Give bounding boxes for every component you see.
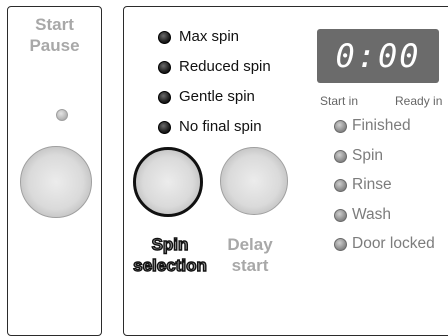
reduced-spin-label: Reduced spin [179,58,271,75]
no-final-spin-led [158,121,171,134]
time-display: 0:00 [317,29,439,83]
spin-selection-line1: Spin [151,234,189,254]
start-pause-button[interactable] [20,146,92,218]
wash-label: Wash [352,206,392,223]
start-label: Start [35,15,74,34]
door-locked-label: Door locked [352,235,435,252]
rinse-led [334,179,347,192]
gentle-spin-led [158,91,171,104]
reduced-spin-led [158,61,171,74]
control-panel: Max spin Reduced spin Gentle spin No fin… [123,6,448,336]
door-locked-led [334,238,347,251]
ready-in-label: Ready in [395,94,443,108]
start-in-label: Start in [320,94,359,108]
pause-label: Pause [29,36,80,55]
delay-start-label: Delay start [220,234,280,276]
max-spin-label: Max spin [179,28,240,45]
rinse-label: Rinse [352,176,392,193]
max-spin-led [158,31,171,44]
delay-start-line1: Delay [227,235,273,254]
no-final-spin-label: No final spin [179,118,262,135]
spin-selection-line2: selection [132,255,207,275]
delay-start-button[interactable] [220,147,288,215]
spin-selection-button[interactable] [133,147,203,217]
start-pause-indicator-led [56,109,68,121]
start-pause-panel: Start Pause [7,6,102,336]
finished-led [334,120,347,133]
spin-status-label: Spin [352,147,384,164]
wash-led [334,209,347,222]
finished-label: Finished [352,117,411,134]
start-pause-label: Start Pause [8,14,101,56]
delay-start-line2: start [231,256,269,275]
spin-led [334,150,347,163]
spin-selection-label: Spin selection [127,234,213,276]
gentle-spin-label: Gentle spin [179,88,255,105]
